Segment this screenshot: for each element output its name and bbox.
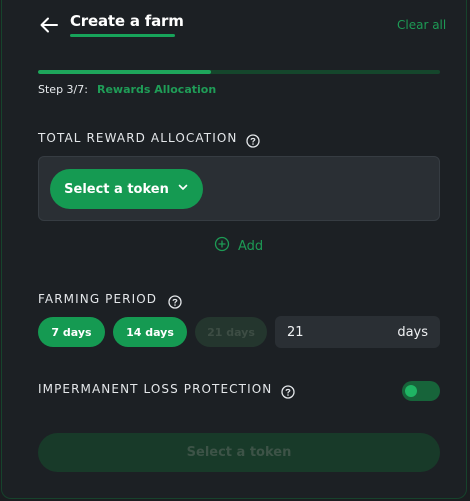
period-chip-7-days[interactable]: 7 days xyxy=(38,317,105,347)
back-arrow-icon[interactable] xyxy=(38,14,60,36)
il-protection-help-icon[interactable] xyxy=(281,384,295,399)
chevron-down-icon xyxy=(177,181,189,197)
reward-allocation-label: TOTAL REWARD ALLOCATION xyxy=(38,131,238,145)
create-farm-panel: Create a farm Clear all Step 3/7: Reward… xyxy=(1,0,467,499)
il-protection-toggle[interactable] xyxy=(402,381,440,401)
custom-days-input[interactable]: 21 days xyxy=(275,316,440,348)
period-chip-14-days[interactable]: 14 days xyxy=(113,317,187,347)
add-token-label: Add xyxy=(238,238,264,254)
farming-period-label: FARMING PERIOD xyxy=(38,292,158,306)
step-progress-fill xyxy=(38,70,211,74)
title-underline xyxy=(70,34,175,37)
select-token-button[interactable]: Select a token xyxy=(50,169,203,209)
period-chip-21-days[interactable]: 21 days xyxy=(195,317,267,347)
farming-period-help-icon[interactable] xyxy=(168,294,182,309)
clear-all-link[interactable]: Clear all xyxy=(397,18,446,32)
step-progress-bar xyxy=(38,70,440,74)
il-protection-label: IMPERMANENT LOSS PROTECTION xyxy=(38,382,273,396)
custom-days-value[interactable]: 21 xyxy=(287,325,304,340)
page-title: Create a farm xyxy=(70,12,184,30)
select-token-label: Select a token xyxy=(64,181,169,197)
toggle-knob xyxy=(405,385,417,397)
add-token-button[interactable]: Add xyxy=(214,236,263,256)
plus-circle-icon xyxy=(214,236,230,256)
reward-allocation-help-icon[interactable] xyxy=(246,133,260,148)
step-counter: Step 3/7: xyxy=(38,83,88,96)
custom-days-unit: days xyxy=(397,324,428,340)
step-name: Rewards Allocation xyxy=(97,83,217,96)
select-token-submit-button[interactable]: Select a token xyxy=(38,433,440,472)
